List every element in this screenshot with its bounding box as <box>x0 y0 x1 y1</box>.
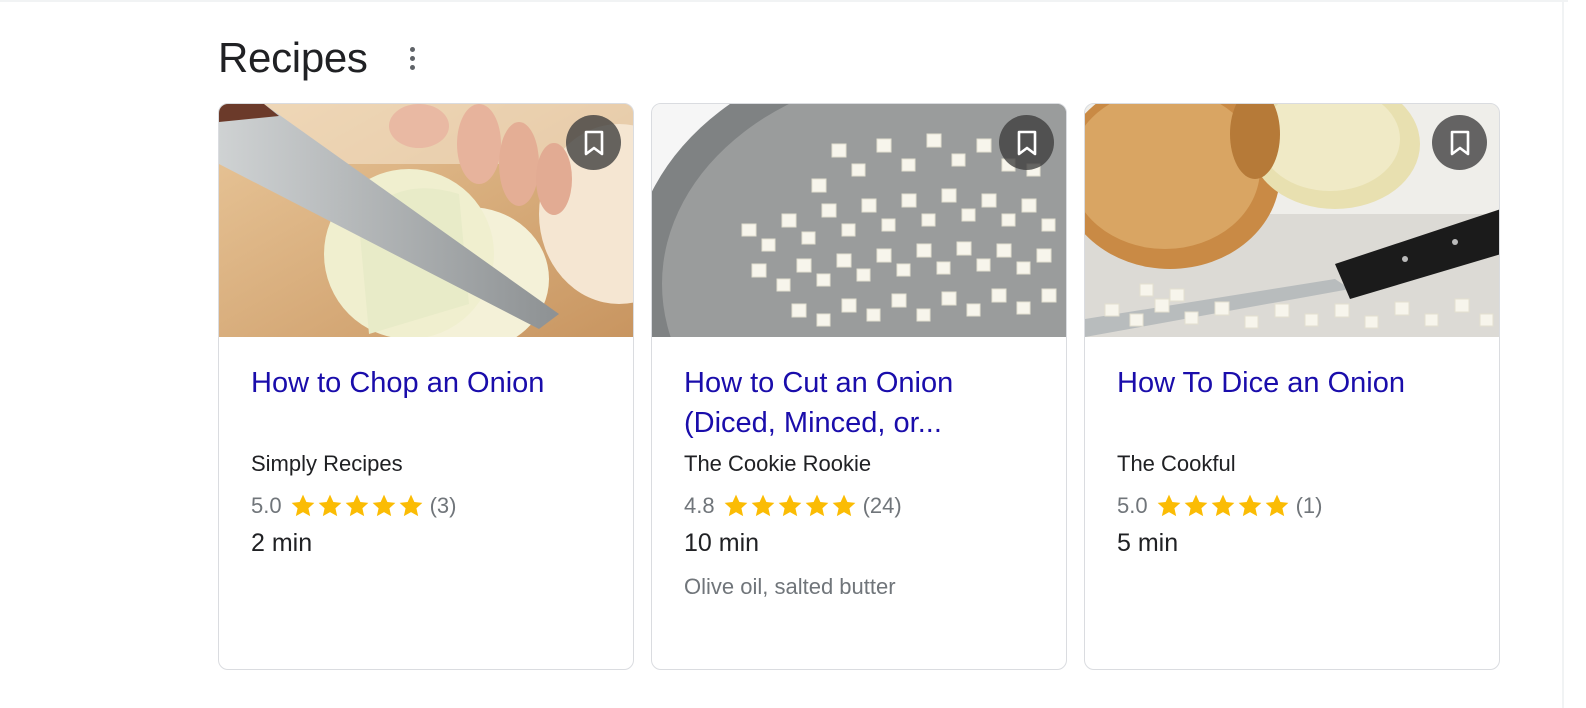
knife-chopping-onion-image <box>219 104 633 337</box>
recipe-title-link[interactable]: How to Chop an Onion <box>251 363 601 443</box>
whole-onions-knife-image <box>1085 104 1499 337</box>
star-icon <box>318 494 341 517</box>
star-icon <box>805 494 828 517</box>
star-icon <box>724 494 747 517</box>
rating-value: 5.0 <box>251 493 282 518</box>
star-icon <box>1265 494 1288 517</box>
star-icon <box>345 494 368 517</box>
rating-value: 4.8 <box>684 493 715 518</box>
star-icon <box>1238 494 1261 517</box>
recipe-title-link[interactable]: How to Cut an Onion (Diced, Minced, or..… <box>684 363 1034 443</box>
star-icon <box>832 494 855 517</box>
rating-row: 4.8 (24) <box>684 490 1034 522</box>
recipe-carousel: How to Chop an Onion Simply Recipes 5.0 … <box>218 103 1500 670</box>
bookmark-icon[interactable] <box>999 115 1054 170</box>
diced-onion-pan-image <box>652 104 1066 337</box>
recipe-title-link[interactable]: How To Dice an Onion <box>1117 363 1467 443</box>
recipe-card[interactable]: How to Chop an Onion Simply Recipes 5.0 … <box>218 103 634 670</box>
bookmark-icon[interactable] <box>566 115 621 170</box>
rating-row: 5.0 (3) <box>251 490 601 522</box>
star-rating <box>723 493 857 519</box>
review-count: (3) <box>429 493 457 518</box>
star-icon <box>751 494 774 517</box>
review-count: (24) <box>862 493 902 518</box>
star-icon <box>778 494 801 517</box>
star-icon <box>399 494 422 517</box>
top-divider <box>0 0 1568 2</box>
section-title: Recipes <box>218 34 368 81</box>
star-icon <box>1184 494 1207 517</box>
star-icon <box>1157 494 1180 517</box>
recipe-source: Simply Recipes <box>251 451 403 476</box>
recipe-card[interactable]: How to Cut an Onion (Diced, Minced, or..… <box>651 103 1067 670</box>
recipe-card[interactable]: How To Dice an Onion The Cookful 5.0 (1)… <box>1084 103 1500 670</box>
review-count: (1) <box>1295 493 1323 518</box>
cook-time: 2 min <box>251 529 313 557</box>
scrollbar-track[interactable] <box>1562 0 1564 708</box>
cook-time: 10 min <box>684 529 760 557</box>
star-rating <box>290 493 424 519</box>
cook-time: 5 min <box>1117 529 1179 557</box>
more-vert-icon[interactable] <box>402 38 424 78</box>
recipe-source: The Cookful <box>1117 451 1236 476</box>
star-rating <box>1156 493 1290 519</box>
star-icon <box>291 494 314 517</box>
recipes-header: Recipes <box>218 30 424 86</box>
recipe-source: The Cookie Rookie <box>684 451 872 476</box>
star-icon <box>372 494 395 517</box>
rating-row: 5.0 (1) <box>1117 490 1467 522</box>
ingredients: Olive oil, salted butter <box>684 574 896 599</box>
star-icon <box>1211 494 1234 517</box>
rating-value: 5.0 <box>1117 493 1148 518</box>
bookmark-icon[interactable] <box>1432 115 1487 170</box>
